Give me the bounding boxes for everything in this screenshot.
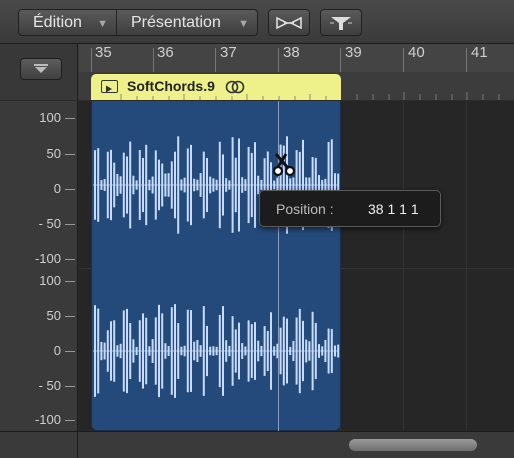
bar-number: 39 bbox=[345, 44, 362, 61]
bounce-button[interactable] bbox=[268, 9, 310, 36]
bar-tick bbox=[278, 48, 279, 72]
region-header[interactable]: SoftChords.9 bbox=[91, 74, 341, 100]
bar-tick bbox=[340, 48, 341, 72]
ruler-area: 35 36 37 38 39 40 41 SoftChords.9 bbox=[0, 44, 514, 100]
bounce-icon bbox=[276, 16, 302, 29]
scale-tick bbox=[65, 224, 75, 225]
scale-label: 100 bbox=[39, 273, 61, 288]
scale-label: - 50 bbox=[38, 378, 61, 393]
horizontal-scrollbar[interactable] bbox=[79, 432, 514, 458]
waveform bbox=[93, 136, 340, 398]
scale-label: 0 bbox=[53, 181, 61, 196]
bar-ruler[interactable]: 35 36 37 38 39 40 41 bbox=[79, 44, 514, 72]
position-tooltip: Position : 38 1 1 1 bbox=[259, 190, 441, 227]
grid-line bbox=[466, 101, 467, 431]
scale-label: 50 bbox=[46, 146, 61, 161]
view-menu-button[interactable]: Présentation ▼ bbox=[117, 10, 257, 35]
play-icon bbox=[101, 80, 118, 93]
grid-line bbox=[403, 101, 404, 431]
ruler-left-panel bbox=[0, 44, 78, 100]
funnel-flag-icon bbox=[330, 16, 352, 30]
bar-tick bbox=[403, 48, 404, 72]
scale-tick bbox=[65, 420, 75, 421]
position-label: Position : bbox=[276, 201, 334, 217]
chevron-down-icon: ▼ bbox=[97, 18, 108, 30]
scrollbar-thumb[interactable] bbox=[349, 439, 477, 451]
bar-tick bbox=[215, 48, 216, 72]
scrollbar-corner bbox=[0, 432, 78, 458]
ruler-subticks bbox=[356, 92, 500, 100]
scale-label: 0 bbox=[53, 343, 61, 358]
bar-number: 38 bbox=[283, 44, 300, 61]
bar-number: 41 bbox=[471, 44, 488, 61]
scale-tick bbox=[65, 351, 75, 352]
bar-tick bbox=[153, 48, 154, 72]
amplitude-scale: 100 50 0 - 50 -100 100 50 0 - 50 -100 bbox=[0, 101, 78, 431]
collapse-button[interactable] bbox=[20, 58, 62, 80]
region-header-row: SoftChords.9 bbox=[79, 72, 514, 100]
edit-menu-button[interactable]: Édition ▼ bbox=[19, 10, 117, 35]
bar-tick bbox=[91, 48, 92, 72]
bar-number: 35 bbox=[95, 44, 112, 61]
position-value: 38 1 1 1 bbox=[368, 201, 419, 217]
triangle-down-icon bbox=[34, 64, 48, 73]
scale-label: 50 bbox=[46, 308, 61, 323]
filter-flag-button[interactable] bbox=[320, 9, 362, 36]
scale-label: -100 bbox=[34, 412, 61, 427]
view-menu-label: Présentation bbox=[131, 13, 221, 31]
bar-number: 36 bbox=[157, 44, 174, 61]
edit-menu-label: Édition bbox=[33, 13, 82, 31]
scale-tick bbox=[65, 118, 75, 119]
horizontal-scrollbar-area bbox=[0, 431, 514, 458]
scale-tick bbox=[65, 281, 75, 282]
bar-number: 37 bbox=[220, 44, 237, 61]
scale-tick bbox=[65, 316, 75, 317]
bar-number: 40 bbox=[408, 44, 425, 61]
bar-tick bbox=[466, 48, 467, 72]
scale-tick bbox=[65, 386, 75, 387]
scissors-icon bbox=[272, 153, 296, 177]
scale-label: - 50 bbox=[38, 216, 61, 231]
region-header-ticks bbox=[120, 94, 327, 100]
chevron-down-icon: ▼ bbox=[238, 18, 249, 30]
loop-icon bbox=[225, 80, 245, 94]
menu-group: Édition ▼ Présentation ▼ bbox=[18, 9, 258, 36]
toolbar: Édition ▼ Présentation ▼ bbox=[0, 0, 514, 44]
scale-tick bbox=[65, 154, 75, 155]
scale-tick bbox=[65, 259, 75, 260]
scale-tick bbox=[65, 189, 75, 190]
scale-label: -100 bbox=[34, 251, 61, 266]
scale-label: 100 bbox=[39, 110, 61, 125]
region-name: SoftChords.9 bbox=[127, 78, 215, 94]
